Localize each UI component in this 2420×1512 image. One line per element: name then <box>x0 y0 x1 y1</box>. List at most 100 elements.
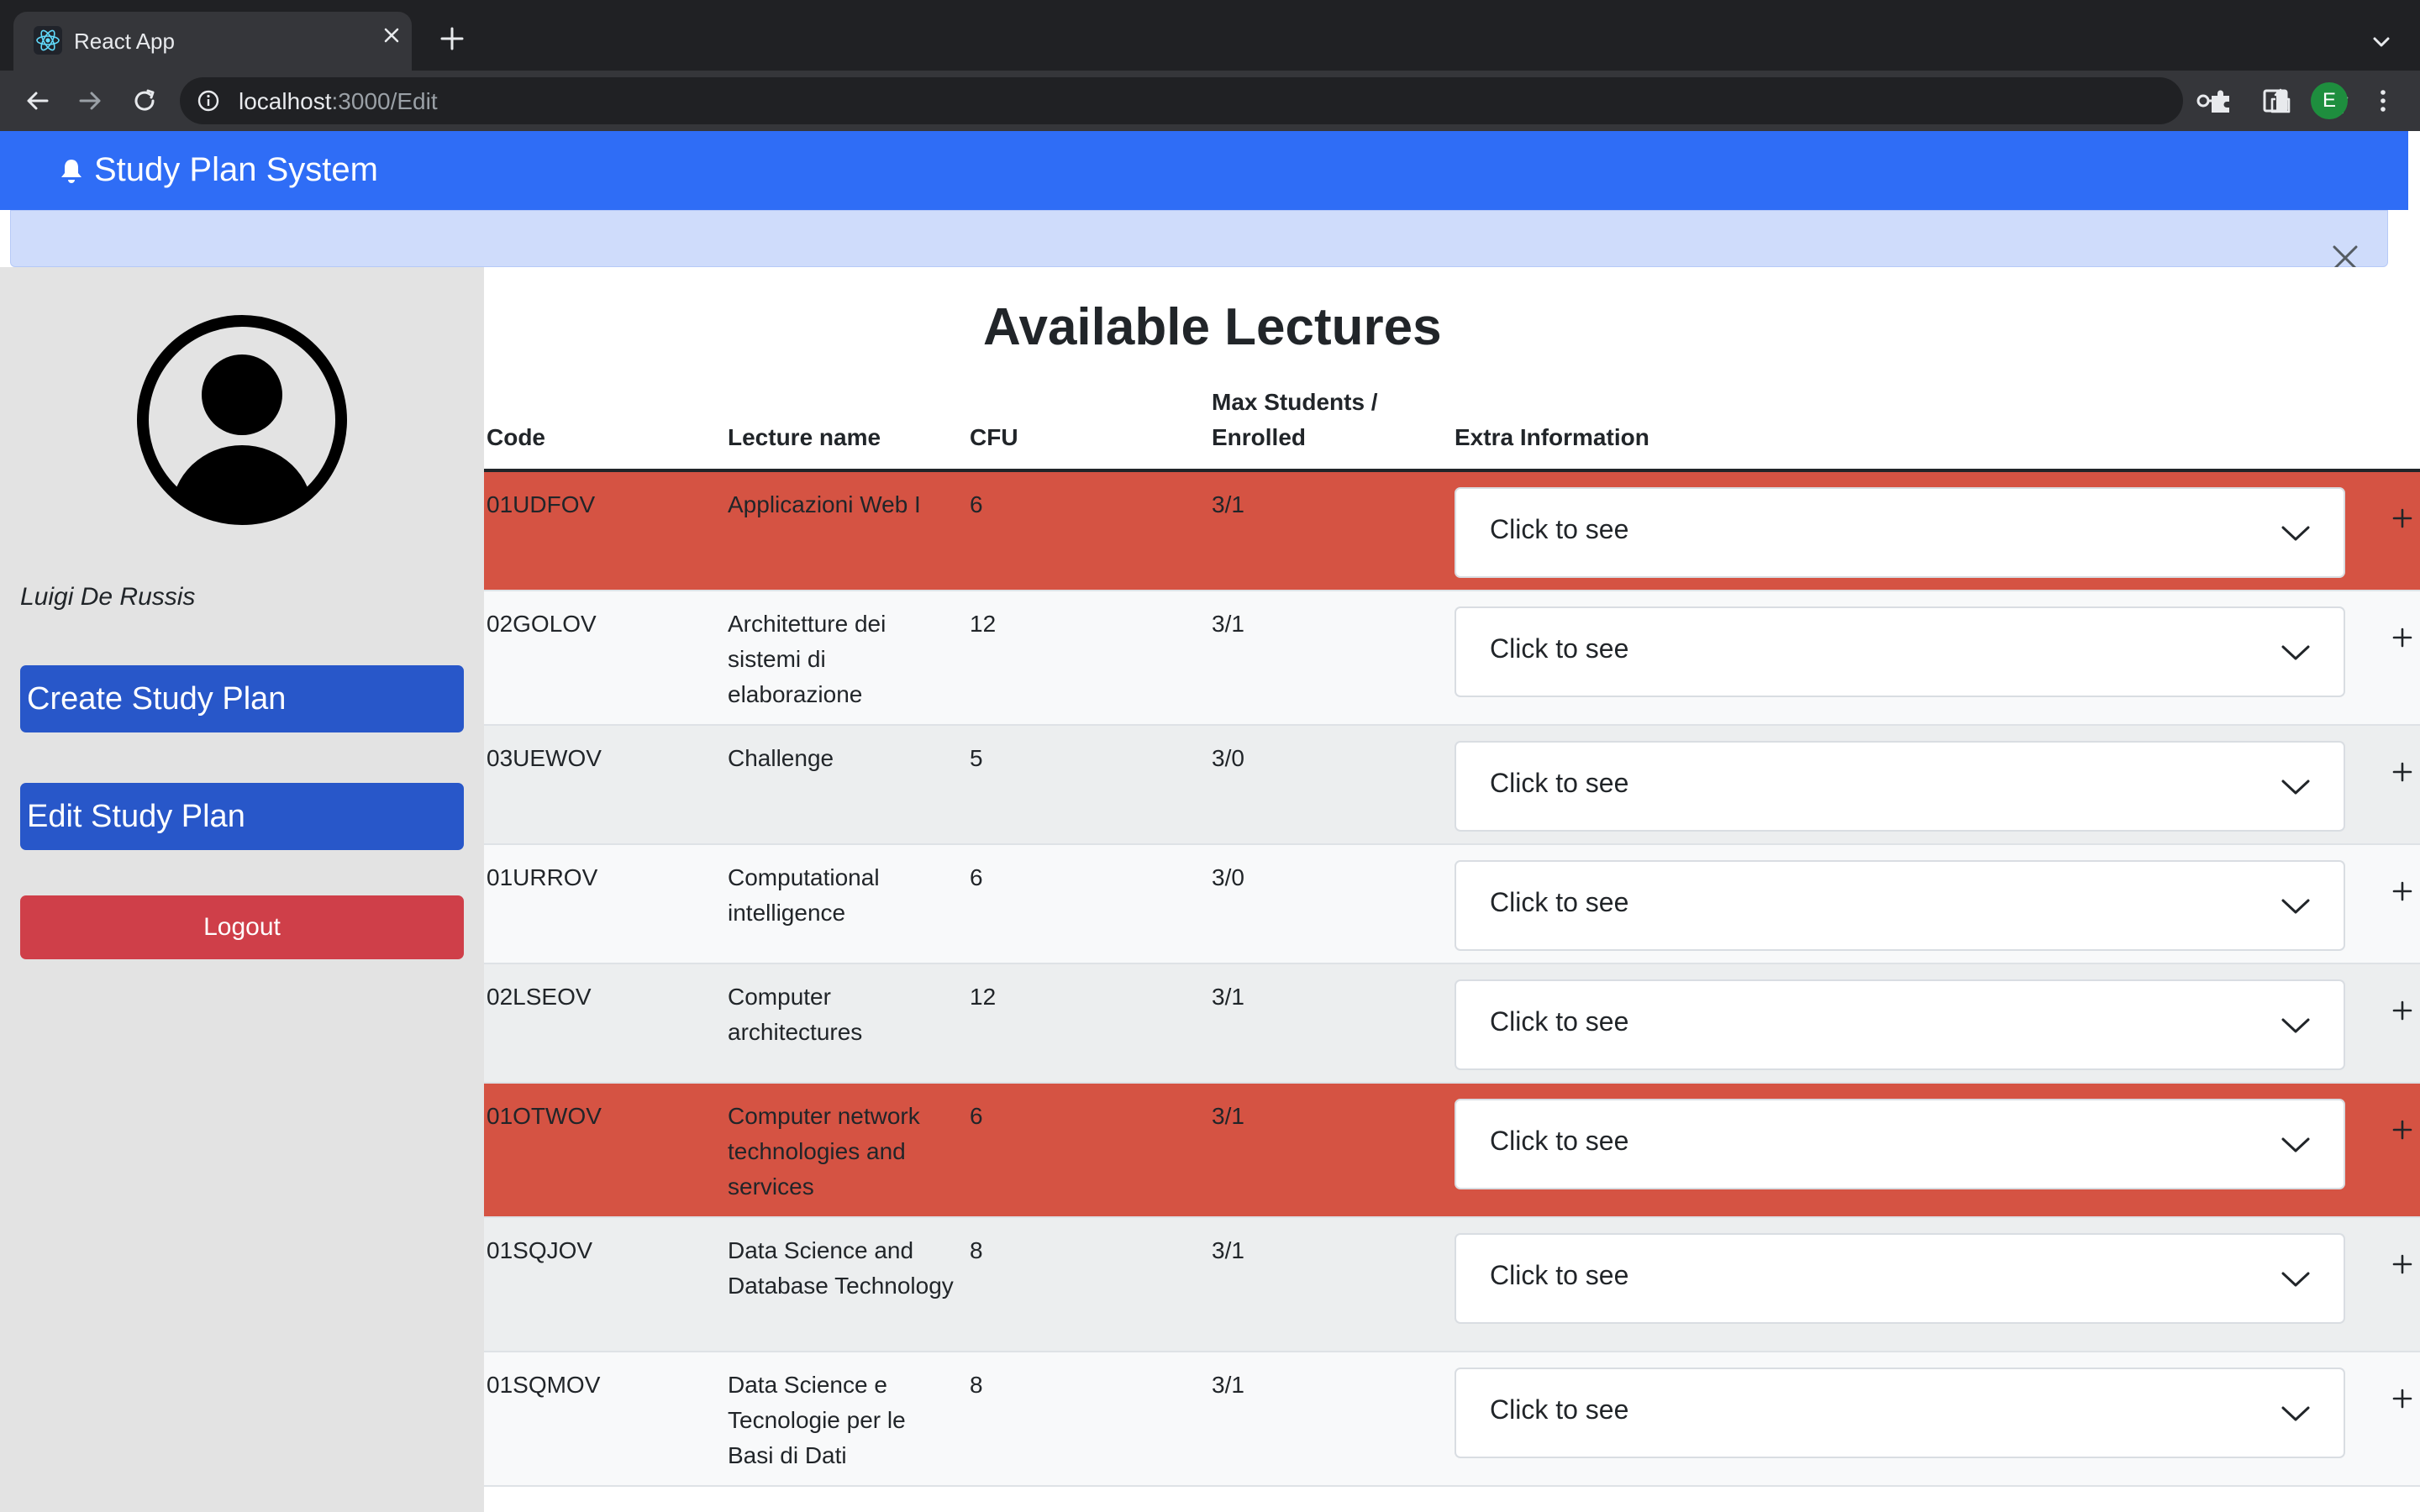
lecture-code: 01OTWOV <box>487 1103 602 1129</box>
add-lecture-icon[interactable] <box>2391 1388 2413 1410</box>
table-row: 01SQJOV Data Science and Database Technol… <box>484 1218 2420 1352</box>
url-text: localhost:3000/Edit <box>239 88 438 115</box>
lecture-cfu: 6 <box>970 1103 983 1129</box>
lecture-code: 01SQJOV <box>487 1237 593 1263</box>
dropdown-label: Click to see <box>1490 1126 1629 1156</box>
react-logo-icon <box>34 26 62 55</box>
lecture-code: 02LSEOV <box>487 984 592 1010</box>
add-lecture-icon[interactable] <box>2391 761 2413 783</box>
lecture-cfu: 12 <box>970 984 997 1010</box>
dropdown-label: Click to see <box>1490 1006 1629 1037</box>
chevron-down-icon <box>2281 780 2310 795</box>
lecture-code: 02GOLOV <box>487 611 597 637</box>
dropdown-label: Click to see <box>1490 633 1629 664</box>
chevron-down-icon <box>2281 1406 2310 1421</box>
lecture-name: Challenge <box>728 745 834 771</box>
column-header-extra: Extra Information <box>1455 424 1649 450</box>
lecture-code: 01UDFOV <box>487 491 596 517</box>
lecture-name: Data Science and Database Technology <box>728 1237 954 1299</box>
bell-icon <box>61 160 82 183</box>
add-lecture-icon[interactable] <box>2391 880 2413 902</box>
add-lecture-icon[interactable] <box>2391 507 2413 529</box>
extra-info-dropdown[interactable]: Click to see <box>1455 606 2345 697</box>
dropdown-label: Click to see <box>1490 768 1629 798</box>
add-lecture-icon[interactable] <box>2391 1119 2413 1141</box>
lecture-max-enrolled: 3/1 <box>1212 611 1244 637</box>
extra-info-dropdown[interactable]: Click to see <box>1455 860 2345 951</box>
browser-toolbar: localhost:3000/Edit E <box>0 71 2420 131</box>
lecture-name: Computational intelligence <box>728 864 880 926</box>
extra-info-dropdown[interactable]: Click to see <box>1455 1233 2345 1324</box>
lecture-name: Applicazioni Web I <box>728 491 921 517</box>
dropdown-label: Click to see <box>1490 887 1629 917</box>
extra-info-dropdown[interactable]: Click to see <box>1455 487 2345 578</box>
user-name: Luigi De Russis <box>20 583 196 611</box>
extra-info-dropdown[interactable]: Click to see <box>1455 1368 2345 1458</box>
reload-icon[interactable] <box>129 86 160 116</box>
info-icon[interactable] <box>197 89 220 113</box>
lecture-cfu: 5 <box>970 745 983 771</box>
chevron-down-icon <box>2281 1137 2310 1152</box>
side-panel-icon[interactable] <box>2260 86 2291 116</box>
add-lecture-icon[interactable] <box>2391 1253 2413 1275</box>
table-row: 01SQMOV Data Science e Tecnologie per le … <box>484 1352 2420 1487</box>
extra-info-dropdown[interactable]: Click to see <box>1455 741 2345 832</box>
lecture-code: 01SQMOV <box>487 1372 601 1398</box>
forward-arrow-icon[interactable] <box>76 86 106 116</box>
chevron-down-icon <box>2281 645 2310 660</box>
lecture-cfu: 12 <box>970 611 997 637</box>
table-row: 02LSEOV Computer architectures 12 3/1 Click … <box>484 964 2420 1084</box>
create-study-plan-button[interactable]: Create Study Plan <box>20 665 464 732</box>
logout-button[interactable]: Logout <box>20 895 464 959</box>
more-menu-icon[interactable] <box>2368 86 2398 116</box>
table-row: 02GOLOV Architetture dei sistemi di elabo… <box>484 591 2420 726</box>
column-header-name: Lecture name <box>728 424 881 450</box>
url-path: :3000/Edit <box>331 88 438 114</box>
extra-info-dropdown[interactable]: Click to see <box>1455 979 2345 1070</box>
user-avatar-icon <box>137 315 347 525</box>
lecture-max-enrolled: 3/1 <box>1212 1103 1244 1129</box>
chevron-down-icon <box>2281 1018 2310 1033</box>
chevron-down-icon[interactable] <box>2368 29 2395 55</box>
column-header-max-line2: Enrolled <box>1212 424 1307 450</box>
column-header-code: Code <box>487 424 545 450</box>
lecture-name: Architetture dei sistemi di elaborazione <box>728 611 886 707</box>
edit-study-plan-button[interactable]: Edit Study Plan <box>20 783 464 850</box>
lecture-name: Computer network technologies and servic… <box>728 1103 920 1200</box>
extra-info-dropdown[interactable]: Click to see <box>1455 1099 2345 1189</box>
brand-title[interactable]: Study Plan System <box>94 151 378 189</box>
table-row: 01OTWOV Computer network technologies and… <box>484 1084 2420 1218</box>
chevron-down-icon <box>2281 526 2310 541</box>
lecture-max-enrolled: 3/1 <box>1212 984 1244 1010</box>
lecture-max-enrolled: 3/0 <box>1212 864 1244 890</box>
lecture-code: 03UEWOV <box>487 745 602 771</box>
lecture-max-enrolled: 3/1 <box>1212 491 1244 517</box>
extensions-puzzle-icon[interactable] <box>2207 86 2237 116</box>
column-header-max-students: Max Students / Enrolled <box>1212 385 1378 455</box>
lecture-name: Computer architectures <box>728 984 863 1045</box>
add-lecture-icon[interactable] <box>2391 627 2413 648</box>
table-row: 01UDFOV Applicazioni Web I 6 3/1 Click to se… <box>484 472 2420 591</box>
column-header-cfu: CFU <box>970 424 1018 450</box>
close-tab-icon[interactable] <box>380 24 403 47</box>
lecture-max-enrolled: 3/1 <box>1212 1237 1244 1263</box>
chevron-down-icon <box>2281 899 2310 914</box>
chevron-down-icon <box>2281 1272 2310 1287</box>
browser-tab-strip: React App <box>0 0 2420 71</box>
profile-avatar[interactable]: E <box>2311 82 2348 119</box>
lecture-cfu: 8 <box>970 1372 983 1398</box>
lecture-max-enrolled: 3/0 <box>1212 745 1244 771</box>
column-header-max-line1: Max Students / <box>1212 389 1378 415</box>
dropdown-label: Click to see <box>1490 514 1629 544</box>
lecture-name: Data Science e Tecnologie per le Basi di… <box>728 1372 906 1468</box>
browser-tab[interactable]: React App <box>13 12 412 71</box>
dropdown-label: Click to see <box>1490 1260 1629 1290</box>
lecture-cfu: 8 <box>970 1237 983 1263</box>
new-tab-icon[interactable] <box>437 24 467 54</box>
address-bar[interactable]: localhost:3000/Edit <box>180 77 2349 124</box>
sidebar: Luigi De Russis Create Study Plan Edit S… <box>0 267 484 1512</box>
lecture-code: 01URROV <box>487 864 598 890</box>
back-arrow-icon[interactable] <box>22 86 52 116</box>
add-lecture-icon[interactable] <box>2391 1000 2413 1021</box>
table-row: 01URROV Computational intelligence 6 3/0 Cli… <box>484 845 2420 964</box>
